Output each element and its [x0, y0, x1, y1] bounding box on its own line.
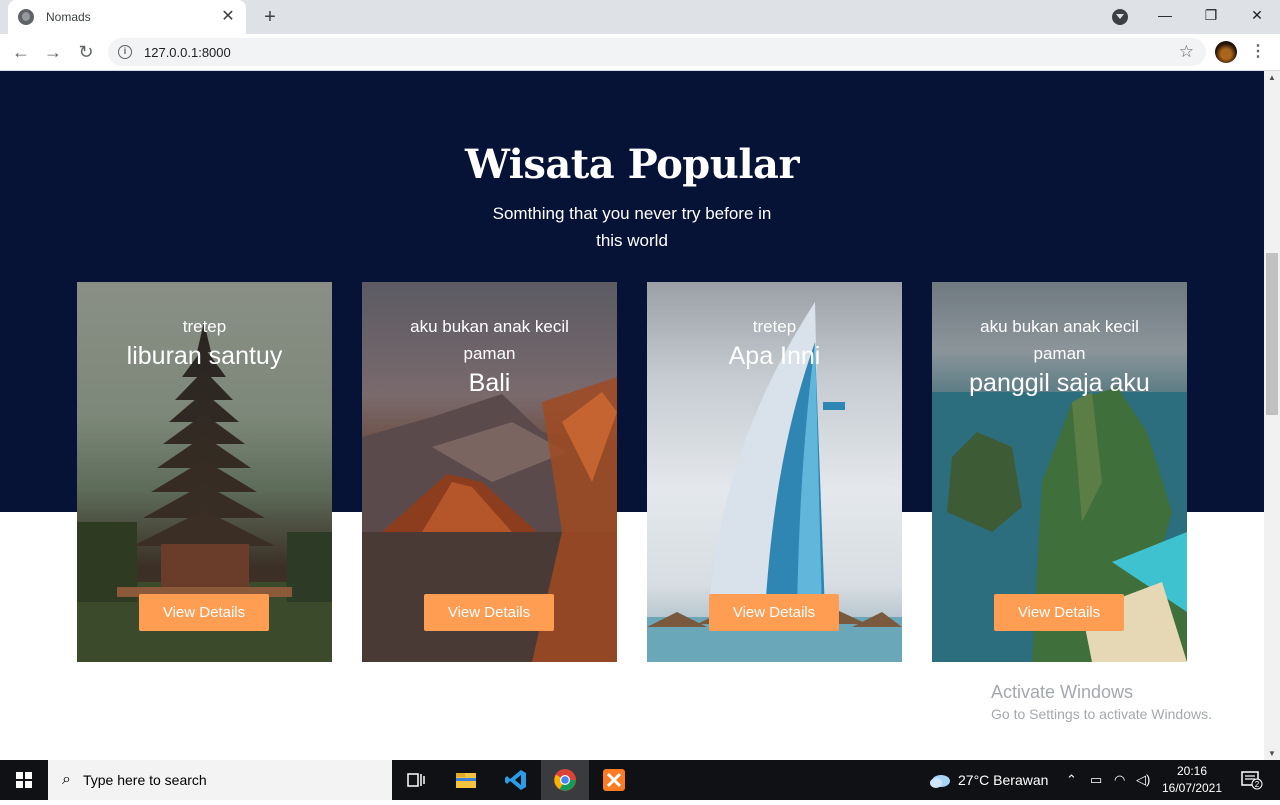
star-icon[interactable]: ☆: [1179, 42, 1194, 62]
scroll-up-icon[interactable]: ▲: [1268, 73, 1276, 82]
card-subtitle: aku bukan anak kecil paman: [410, 317, 569, 363]
close-window-button[interactable]: ✕: [1234, 0, 1280, 30]
chrome-button[interactable]: [541, 760, 589, 800]
windows-logo-icon: [16, 772, 32, 788]
tab-search-icon[interactable]: [1112, 9, 1128, 25]
watermark-subtitle: Go to Settings to activate Windows.: [991, 706, 1212, 722]
chrome-icon: [554, 769, 576, 791]
reload-icon[interactable]: ↻: [73, 39, 99, 65]
file-explorer-button[interactable]: [442, 760, 490, 800]
browser-tab-strip: Nomads ✕ + — ❐ ✕: [0, 0, 1280, 34]
wifi-icon[interactable]: ◠: [1114, 760, 1125, 800]
back-arrow-icon[interactable]: ←: [8, 39, 34, 65]
task-view-icon: [407, 773, 425, 787]
chevron-up-icon[interactable]: ⌃: [1066, 760, 1077, 800]
more-menu-icon[interactable]: ⋮: [1250, 40, 1266, 64]
view-details-button[interactable]: View Details: [139, 594, 269, 631]
destination-card[interactable]: tretep Apa Inni View Details: [647, 282, 902, 662]
site-info-icon[interactable]: i: [118, 45, 132, 59]
notification-count: 2: [1255, 780, 1260, 789]
browser-toolbar: ← → ↻ i 127.0.0.1:8000 ☆: [0, 34, 1280, 71]
card-subtitle: tretep: [752, 317, 797, 336]
scroll-down-icon[interactable]: ▼: [1268, 749, 1276, 758]
card-caption: aku bukan anak kecil paman Bali: [382, 313, 597, 400]
destination-card[interactable]: aku bukan anak kecil paman panggil saja …: [932, 282, 1187, 662]
card-caption: aku bukan anak kecil paman panggil saja …: [952, 313, 1167, 400]
card-caption: tretep liburan santuy: [97, 313, 312, 373]
search-placeholder: Type here to search: [82, 772, 207, 788]
page-scrollbar[interactable]: ▲ ▼: [1264, 71, 1280, 760]
xampp-icon: [603, 769, 625, 791]
view-details-button[interactable]: View Details: [424, 594, 554, 631]
windows-taskbar: ⌕ Type here to search 27°C Berawan ⌃ ▭ ◠…: [0, 760, 1280, 800]
card-title: Bali: [468, 369, 511, 397]
xampp-button[interactable]: [590, 760, 638, 800]
minimize-button[interactable]: —: [1142, 0, 1188, 30]
taskbar-clock[interactable]: 20:16 16/07/2021: [1160, 763, 1224, 797]
folder-icon: [456, 773, 476, 788]
notification-icon: 2: [1241, 771, 1263, 790]
page-subtitle: Somthing that you never try before in th…: [492, 204, 772, 250]
watermark-title: Activate Windows: [991, 682, 1134, 702]
notification-button[interactable]: 2: [1232, 760, 1272, 800]
cloud-icon: [930, 775, 950, 788]
tab-title: Nomads: [46, 10, 91, 24]
activate-windows-watermark: Activate Windows Go to Settings to activ…: [991, 680, 1212, 724]
address-bar[interactable]: i 127.0.0.1:8000 ☆: [108, 38, 1206, 66]
view-details-button[interactable]: View Details: [709, 594, 839, 631]
card-caption: tretep Apa Inni: [667, 313, 882, 373]
destination-card[interactable]: tretep liburan santuy View Details: [77, 282, 332, 662]
page-title: Wisata Popular: [464, 141, 800, 188]
url-text[interactable]: 127.0.0.1:8000: [144, 45, 231, 60]
battery-icon[interactable]: ▭: [1090, 760, 1102, 800]
task-view-button[interactable]: [392, 760, 440, 800]
vscode-icon: [505, 770, 526, 790]
forward-arrow-icon[interactable]: →: [40, 39, 66, 65]
browser-tab[interactable]: Nomads ✕: [8, 0, 246, 34]
profile-avatar[interactable]: [1215, 41, 1237, 63]
view-details-button[interactable]: View Details: [994, 594, 1124, 631]
card-title: liburan santuy: [126, 342, 283, 370]
globe-icon: [18, 9, 34, 25]
card-subtitle: aku bukan anak kecil paman: [980, 317, 1139, 363]
scrollbar-thumb[interactable]: [1266, 253, 1278, 415]
restore-button[interactable]: ❐: [1188, 0, 1234, 30]
search-icon: ⌕: [62, 771, 71, 788]
vscode-button[interactable]: [492, 760, 540, 800]
card-title: Apa Inni: [728, 342, 821, 370]
taskbar-search[interactable]: ⌕ Type here to search: [48, 760, 392, 800]
clock-date: 16/07/2021: [1161, 781, 1223, 795]
weather-icon[interactable]: [924, 760, 956, 800]
new-tab-button[interactable]: +: [258, 6, 282, 28]
destination-card[interactable]: aku bukan anak kecil paman Bali View Det…: [362, 282, 617, 662]
card-subtitle: tretep: [182, 317, 227, 336]
page-viewport: Wisata Popular Somthing that you never t…: [0, 71, 1264, 760]
card-title: panggil saja aku: [969, 369, 1150, 397]
tab-close-icon[interactable]: ✕: [220, 9, 236, 25]
clock-time: 20:16: [1176, 764, 1208, 778]
weather-text[interactable]: 27°C Berawan: [958, 760, 1048, 800]
windows-start-button[interactable]: [0, 760, 48, 800]
volume-icon[interactable]: ◁): [1136, 760, 1150, 800]
